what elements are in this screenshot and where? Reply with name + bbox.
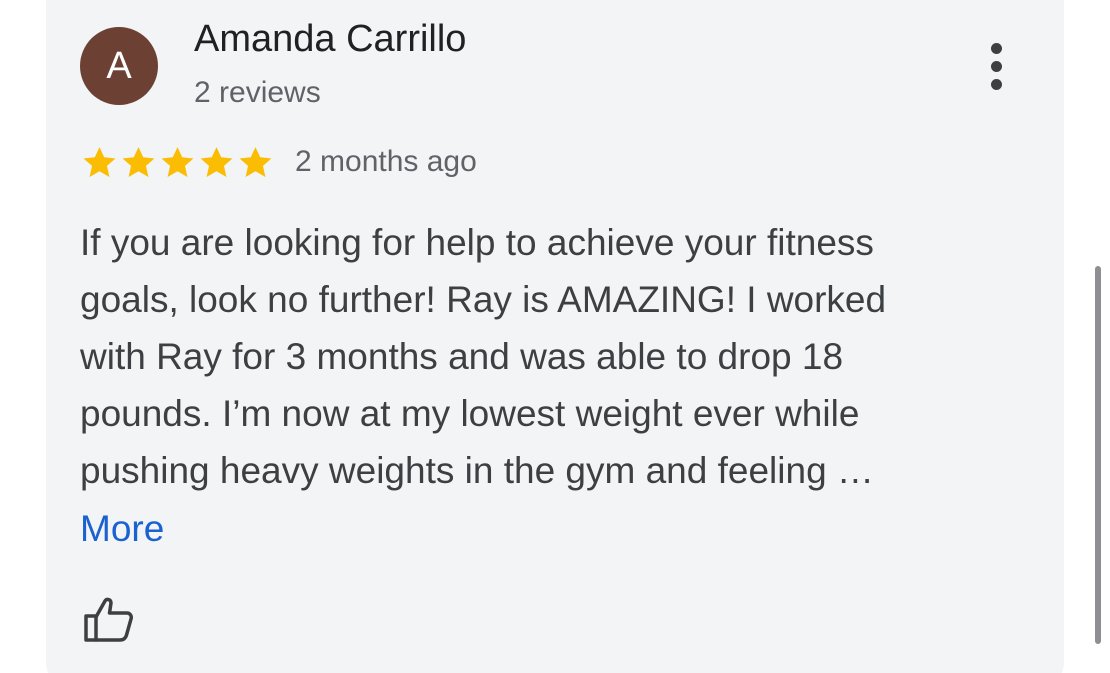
scrollbar[interactable]	[1095, 266, 1101, 644]
review-text: If you are looking for help to achieve y…	[80, 214, 980, 499]
review-screen: A Amanda Carrillo 2 reviews 2 months ago…	[0, 0, 1110, 673]
more-link[interactable]: More	[80, 500, 164, 557]
more-options-button[interactable]	[976, 36, 1016, 96]
star-icon	[161, 146, 194, 177]
review-text-line: pushing heavy weights in the gym and fee…	[80, 450, 874, 491]
avatar[interactable]: A	[80, 27, 158, 105]
star-icon	[200, 146, 233, 177]
more-vert-icon	[990, 42, 1002, 54]
review-text-line: goals, look no further! Ray is AMAZING! …	[80, 279, 887, 320]
review-text-line: If you are looking for help to achieve y…	[80, 222, 874, 263]
reviewer-name[interactable]: Amanda Carrillo	[194, 18, 466, 61]
review-text-line: with Ray for 3 months and was able to dr…	[80, 336, 844, 377]
review-text-line: pounds. I’m now at my lowest weight ever…	[80, 393, 860, 434]
review-count: 2 reviews	[194, 76, 321, 109]
star-icon	[239, 146, 272, 177]
star-icon	[83, 146, 116, 177]
star-icon	[122, 146, 155, 177]
more-vert-icon-dot	[990, 78, 1002, 90]
more-vert-icon-dot	[990, 60, 1002, 72]
avatar-letter: A	[106, 45, 132, 87]
thumb-up-icon	[84, 597, 133, 642]
like-button[interactable]	[78, 590, 138, 650]
star-rating	[80, 143, 275, 182]
rating-row: 2 months ago	[80, 142, 477, 182]
review-date: 2 months ago	[295, 145, 477, 178]
